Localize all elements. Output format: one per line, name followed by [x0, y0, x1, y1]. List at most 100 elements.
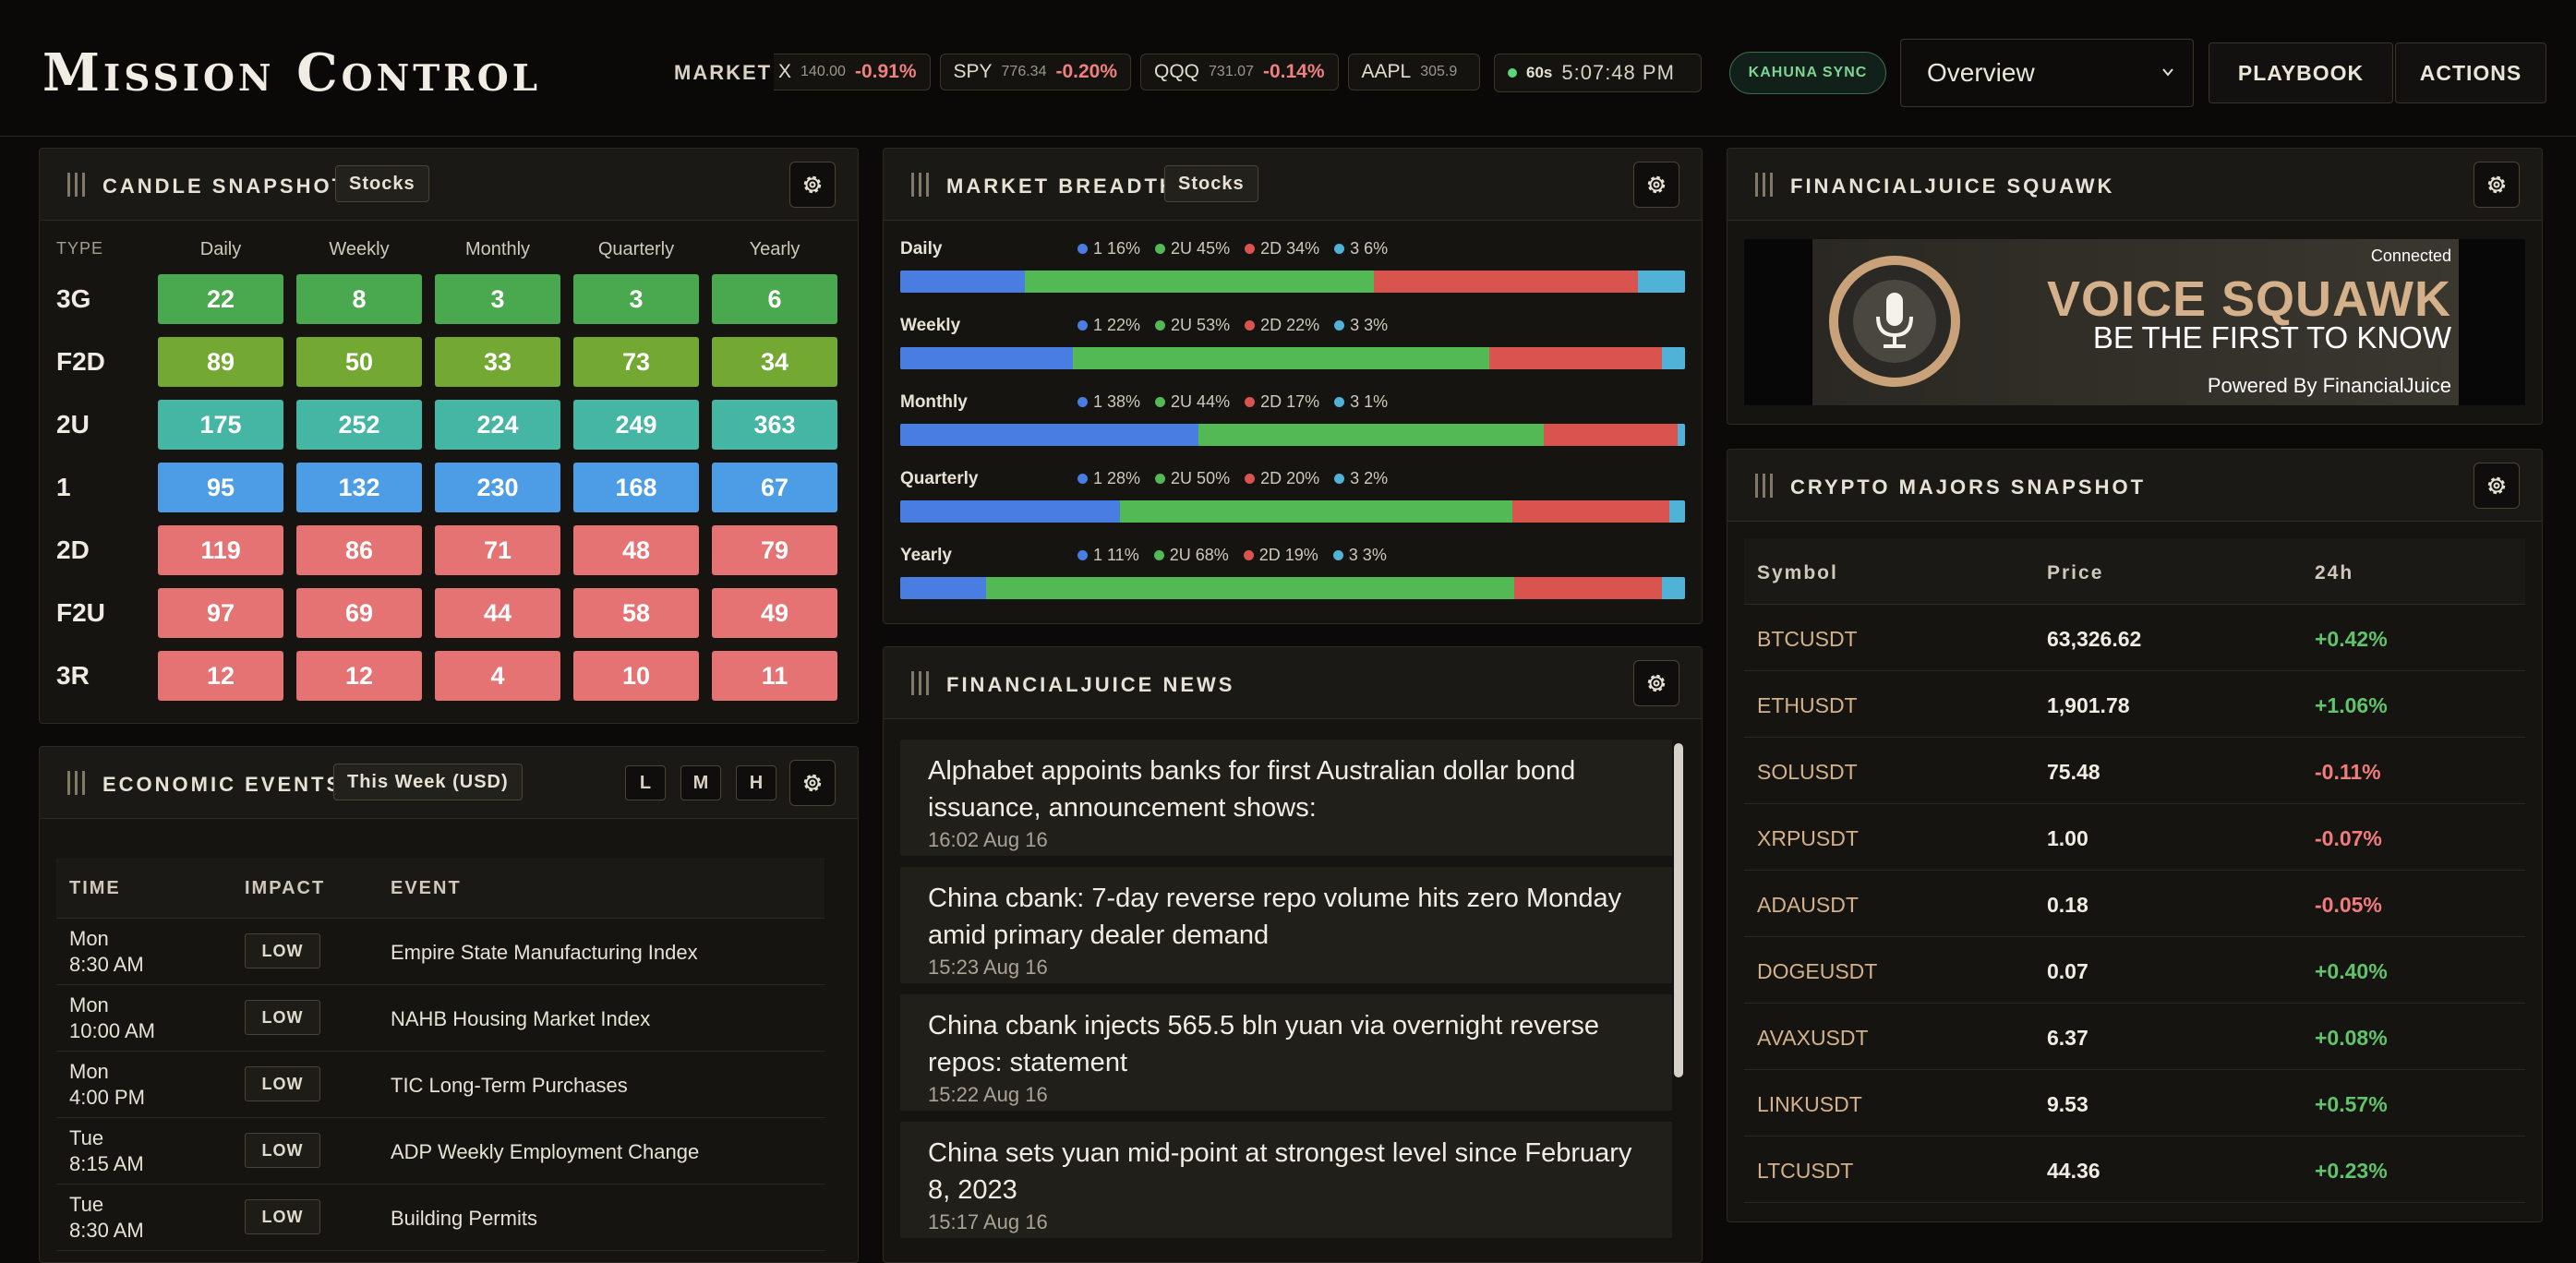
financialjuice-squawk-panel: FINANCIALJUICE SQUAWK Connected VOICE SQ… [1727, 148, 2543, 425]
candle-count-cell[interactable]: 71 [435, 525, 560, 575]
candle-count-cell[interactable]: 33 [435, 337, 560, 387]
filter-high-button[interactable]: H [736, 765, 776, 800]
crypto-row[interactable]: SOLUSDT 75.48 -0.11% [1744, 738, 2525, 804]
actions-button[interactable]: ACTIONS [2395, 42, 2546, 103]
asset-class-pill[interactable]: Stocks [1164, 165, 1258, 202]
view-select[interactable]: Overview [1900, 39, 2194, 107]
crypto-symbol[interactable]: DOGEUSDT [1757, 959, 1877, 984]
candle-count-cell[interactable]: 132 [296, 463, 422, 512]
squawk-banner[interactable]: Connected VOICE SQUAWK BE THE FIRST TO K… [1812, 239, 2459, 405]
candle-count-cell[interactable]: 363 [712, 400, 837, 450]
candle-count-cell[interactable]: 175 [158, 400, 283, 450]
breadth-bar[interactable] [900, 271, 1685, 293]
crypto-symbol[interactable]: LINKUSDT [1757, 1092, 1862, 1117]
crypto-row[interactable]: AVAXUSDT 6.37 +0.08% [1744, 1004, 2525, 1070]
candle-count-cell[interactable]: 79 [712, 525, 837, 575]
candle-count-cell[interactable]: 6 [712, 274, 837, 324]
event-row[interactable]: Mon 8:30 AM LOW Empire State Manufacturin… [56, 919, 825, 985]
crypto-symbol[interactable]: ADAUSDT [1757, 893, 1859, 918]
candle-count-cell[interactable]: 4 [435, 651, 560, 701]
news-scrollbar-thumb[interactable] [1674, 743, 1683, 1077]
news-item[interactable]: China sets yuan mid-point at strongest l… [900, 1122, 1672, 1238]
candle-count-cell[interactable]: 3 [435, 274, 560, 324]
candle-count-cell[interactable]: 34 [712, 337, 837, 387]
filter-low-button[interactable]: L [625, 765, 666, 800]
candle-count-cell[interactable]: 49 [712, 588, 837, 638]
squawk-player[interactable]: Connected VOICE SQUAWK BE THE FIRST TO K… [1744, 239, 2525, 405]
ticker-item[interactable]: SPY 776.34 -0.20% [939, 54, 1132, 90]
candle-count-cell[interactable]: 249 [573, 400, 699, 450]
crypto-row[interactable]: BCHUSDT 304.60 +0.67% [1744, 1203, 2525, 1221]
candle-count-cell[interactable]: 50 [296, 337, 422, 387]
event-row[interactable]: Mon 4:00 PM LOW TIC Long-Term Purchases [56, 1052, 825, 1118]
crypto-row[interactable]: ADAUSDT 0.18 -0.05% [1744, 871, 2525, 937]
settings-button[interactable] [789, 760, 836, 806]
event-row[interactable]: Mon 10:00 AM LOW NAHB Housing Market Inde… [56, 985, 825, 1052]
candle-count-cell[interactable]: 95 [158, 463, 283, 512]
breadth-bar[interactable] [900, 424, 1685, 446]
drag-handle-icon[interactable] [67, 173, 86, 197]
candle-count-cell[interactable]: 44 [435, 588, 560, 638]
candle-count-cell[interactable]: 73 [573, 337, 699, 387]
filter-medium-button[interactable]: M [680, 765, 721, 800]
settings-button[interactable] [2474, 162, 2520, 208]
crypto-row[interactable]: LTCUSDT 44.36 +0.23% [1744, 1137, 2525, 1203]
crypto-symbol[interactable]: ETHUSDT [1757, 693, 1858, 718]
news-item[interactable]: Alphabet appoints banks for first Austra… [900, 740, 1672, 856]
candle-count-cell[interactable]: 48 [573, 525, 699, 575]
candle-count-cell[interactable]: 22 [158, 274, 283, 324]
settings-button[interactable] [789, 162, 836, 208]
ticker-item[interactable]: AAPL 305.9 [1347, 54, 1481, 90]
drag-handle-icon[interactable] [1755, 474, 1774, 498]
event-row[interactable]: Tue 8:15 AM LOW ADP Weekly Employment Cha… [56, 1118, 825, 1185]
breadth-bar[interactable] [900, 577, 1685, 599]
drag-handle-icon[interactable] [911, 173, 930, 197]
candle-count-cell[interactable]: 8 [296, 274, 422, 324]
settings-button[interactable] [2474, 463, 2520, 509]
settings-button[interactable] [1633, 660, 1679, 706]
news-item[interactable]: China cbank: 7-day reverse repo volume h… [900, 867, 1672, 983]
ticker-item[interactable]: QQQ 731.07 -0.14% [1140, 54, 1339, 90]
week-currency-pill[interactable]: This Week (USD) [333, 764, 523, 800]
settings-button[interactable] [1633, 162, 1679, 208]
candle-count-cell[interactable]: 12 [296, 651, 422, 701]
event-row[interactable]: Tue 8:30 AM LOW Building Permits [56, 1185, 825, 1251]
drag-handle-icon[interactable] [911, 671, 930, 695]
breadth-bar[interactable] [900, 347, 1685, 369]
drag-handle-icon[interactable] [1755, 173, 1774, 197]
candle-count-cell[interactable]: 97 [158, 588, 283, 638]
candle-count-cell[interactable]: 230 [435, 463, 560, 512]
asset-class-pill[interactable]: Stocks [335, 165, 429, 202]
candle-count-cell[interactable]: 12 [158, 651, 283, 701]
news-item[interactable]: China cbank injects 565.5 bln yuan via o… [900, 994, 1672, 1111]
candle-count-cell[interactable]: 89 [158, 337, 283, 387]
kahuna-sync-button[interactable]: KAHUNA SYNC [1729, 52, 1886, 94]
crypto-row[interactable]: DOGEUSDT 0.07 +0.40% [1744, 937, 2525, 1004]
candle-count-cell[interactable]: 69 [296, 588, 422, 638]
crypto-symbol[interactable]: SOLUSDT [1757, 760, 1858, 785]
candle-count-cell[interactable]: 252 [296, 400, 422, 450]
crypto-symbol[interactable]: AVAXUSDT [1757, 1026, 1869, 1051]
candle-count-cell[interactable]: 168 [573, 463, 699, 512]
microphone-icon[interactable] [1829, 256, 1960, 387]
playbook-button[interactable]: PLAYBOOK [2209, 42, 2393, 103]
drag-handle-icon[interactable] [67, 771, 86, 795]
crypto-symbol[interactable]: BTCUSDT [1757, 627, 1858, 652]
breadth-bar[interactable] [900, 500, 1685, 523]
candle-count-cell[interactable]: 3 [573, 274, 699, 324]
candle-count-cell[interactable]: 224 [435, 400, 560, 450]
candle-count-cell[interactable]: 119 [158, 525, 283, 575]
ticker-item[interactable]: X 140.00 -0.91% [774, 54, 931, 90]
candle-count-cell[interactable]: 58 [573, 588, 699, 638]
crypto-symbol[interactable]: LTCUSDT [1757, 1159, 1853, 1184]
crypto-row[interactable]: ETHUSDT 1,901.78 +1.06% [1744, 671, 2525, 738]
candle-count-cell[interactable]: 86 [296, 525, 422, 575]
crypto-row[interactable]: XRPUSDT 1.00 -0.07% [1744, 804, 2525, 871]
crypto-symbol[interactable]: XRPUSDT [1757, 826, 1859, 851]
candle-count-cell[interactable]: 11 [712, 651, 837, 701]
crypto-row[interactable]: BTCUSDT 63,326.62 +0.42% [1744, 605, 2525, 671]
breadth-legend: 1 28% 2U 50% 2D 20% 3 2% [1077, 469, 1388, 488]
crypto-row[interactable]: LINKUSDT 9.53 +0.57% [1744, 1070, 2525, 1137]
candle-count-cell[interactable]: 10 [573, 651, 699, 701]
candle-count-cell[interactable]: 67 [712, 463, 837, 512]
